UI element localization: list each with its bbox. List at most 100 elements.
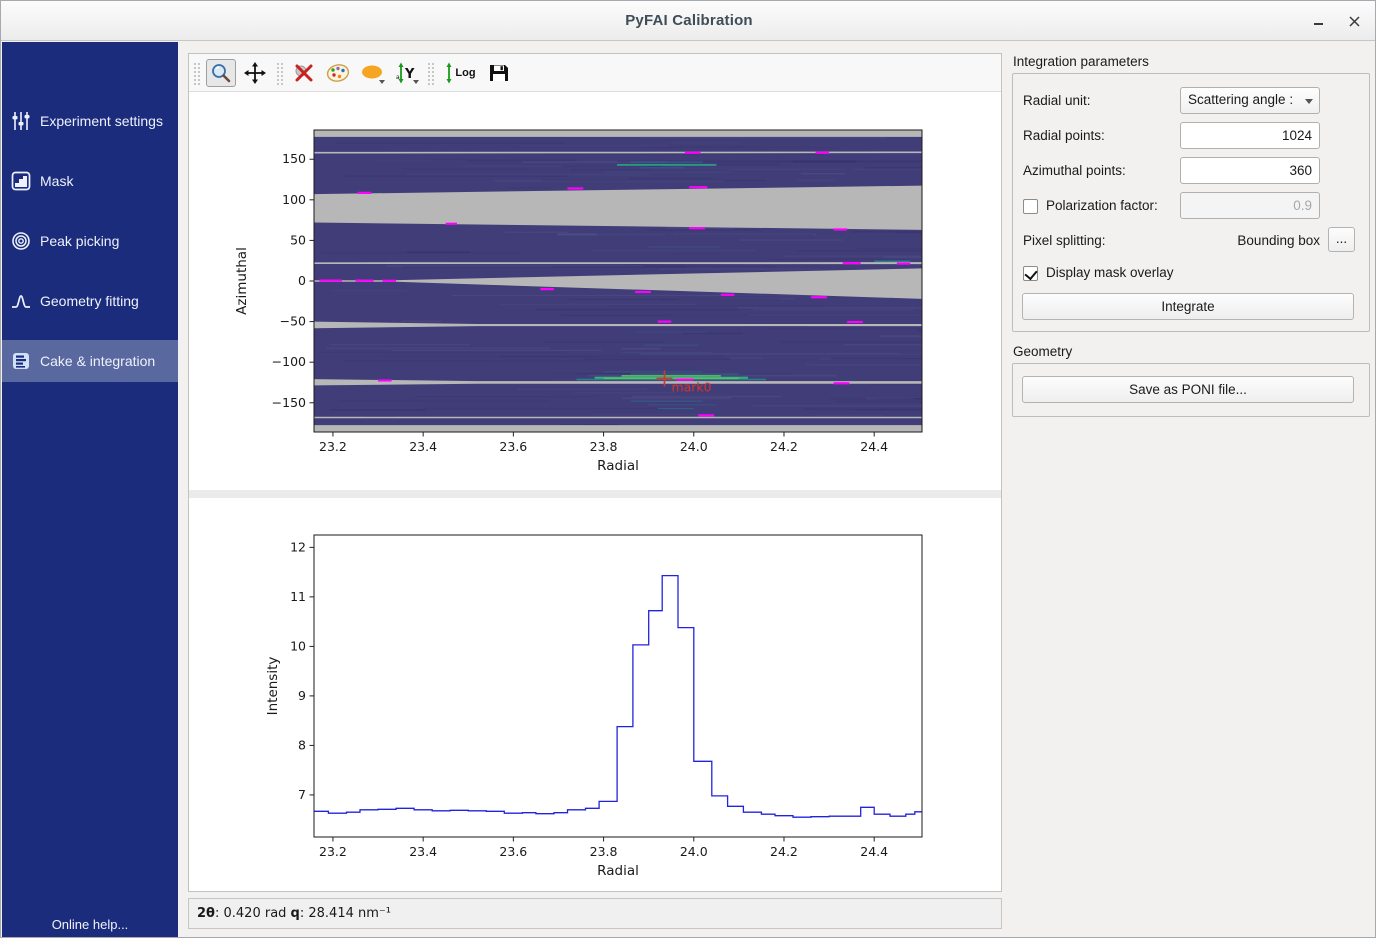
sidebar-item-label: Cake & integration bbox=[40, 353, 155, 369]
radial-unit-select[interactable]: Scattering angle : bbox=[1180, 87, 1320, 114]
sidebar-item-experiment-settings[interactable]: Experiment settings bbox=[2, 100, 178, 142]
intensity-streak bbox=[631, 400, 703, 401]
svg-text:24.4: 24.4 bbox=[860, 439, 888, 454]
svg-text:mark0: mark0 bbox=[671, 379, 711, 394]
svg-text:23.6: 23.6 bbox=[499, 844, 527, 859]
intensity-streak bbox=[378, 160, 468, 161]
title-bar: PyFAI Calibration bbox=[1, 1, 1376, 41]
radial-unit-label: Radial unit: bbox=[1023, 93, 1091, 108]
intensity-streak bbox=[604, 172, 730, 173]
masked-pixel-dash bbox=[689, 227, 705, 229]
plot-splitter-handle[interactable] bbox=[189, 490, 1001, 498]
sidebar: Experiment settings Mask Peak picking Ge… bbox=[2, 42, 178, 938]
mask-overlay-label: Display mask overlay bbox=[1046, 265, 1174, 280]
svg-text:11: 11 bbox=[290, 589, 306, 604]
polarization-label: Polarization factor: bbox=[1046, 198, 1158, 213]
sidebar-item-mask[interactable]: Mask bbox=[2, 160, 178, 202]
zoom-mode-button[interactable] bbox=[206, 59, 236, 87]
colormap-button[interactable] bbox=[323, 59, 353, 87]
svg-text:24.2: 24.2 bbox=[770, 439, 798, 454]
log-arrow-icon bbox=[444, 62, 454, 84]
online-help-link[interactable]: Online help... bbox=[2, 917, 178, 932]
intensity-streak bbox=[874, 261, 910, 262]
masked-pixel-dash bbox=[319, 279, 342, 281]
masked-pixel-dash bbox=[567, 187, 583, 189]
log-scale-button[interactable]: Log bbox=[440, 59, 480, 87]
magnifier-icon bbox=[210, 62, 232, 84]
minimize-button[interactable] bbox=[1301, 1, 1335, 41]
svg-text:23.4: 23.4 bbox=[409, 439, 437, 454]
integration-parameters-title: Integration parameters bbox=[1013, 54, 1149, 69]
sidebar-item-geometry-fitting[interactable]: Geometry fitting bbox=[2, 280, 178, 322]
integration-plot-figure[interactable]: 23.223.423.623.824.024.224.4789101112Rad… bbox=[189, 498, 1001, 891]
sidebar-item-cake-integration[interactable]: Cake & integration bbox=[2, 340, 178, 382]
masked-pixel-dash bbox=[635, 291, 651, 293]
masked-pixel-dash bbox=[847, 321, 863, 323]
masked-pixel-dash bbox=[816, 152, 830, 154]
integration-curve-plot: 23.223.423.623.824.024.224.4789101112Rad… bbox=[189, 498, 1001, 891]
svg-text:23.2: 23.2 bbox=[319, 844, 347, 859]
status-q-value: : 28.414 nm⁻¹ bbox=[300, 906, 391, 921]
masked-pixel-dash bbox=[834, 228, 848, 230]
mask-band bbox=[314, 417, 922, 418]
svg-text:7: 7 bbox=[298, 787, 306, 802]
svg-text:a: a bbox=[396, 74, 400, 81]
sidebar-item-peak-picking[interactable]: Peak picking bbox=[2, 220, 178, 262]
save-poni-button[interactable]: Save as PONI file... bbox=[1022, 376, 1354, 403]
pixel-splitting-more-button[interactable]: ... bbox=[1328, 227, 1355, 252]
svg-text:9: 9 bbox=[298, 688, 306, 703]
svg-text:150: 150 bbox=[282, 151, 306, 166]
mask-tool-button[interactable] bbox=[357, 59, 387, 87]
status-q-label: q bbox=[291, 906, 300, 921]
toolbar-grip bbox=[426, 61, 435, 85]
intensity-streak bbox=[604, 371, 703, 372]
svg-text:0: 0 bbox=[298, 273, 306, 288]
azimuthal-points-input[interactable] bbox=[1180, 157, 1320, 184]
status-bar: 2θ: 0.420 rad q: 28.414 nm⁻¹ bbox=[188, 898, 1002, 929]
red-cross-icon bbox=[293, 62, 315, 84]
masked-pixel-dash bbox=[689, 186, 707, 188]
sliders-icon bbox=[11, 111, 31, 131]
clear-marker-button[interactable] bbox=[289, 59, 319, 87]
sidebar-item-label: Geometry fitting bbox=[40, 293, 139, 309]
plot-panel: a Y Log 23.223.423.62 bbox=[188, 53, 1002, 892]
svg-text:8: 8 bbox=[298, 737, 306, 752]
svg-text:24.0: 24.0 bbox=[680, 439, 708, 454]
svg-text:Radial: Radial bbox=[597, 458, 639, 474]
floppy-disk-icon bbox=[488, 62, 510, 84]
intensity-streak bbox=[649, 246, 721, 247]
masked-pixel-dash bbox=[721, 294, 735, 296]
chevron-down-icon bbox=[1305, 99, 1313, 104]
integration-side-panel: Integration parameters Radial unit: Scat… bbox=[1006, 42, 1376, 938]
close-button[interactable] bbox=[1337, 1, 1371, 41]
svg-text:23.4: 23.4 bbox=[409, 844, 437, 859]
cake-plot-figure[interactable]: 23.223.423.623.824.024.224.4150100500−50… bbox=[189, 93, 1001, 490]
polarization-checkbox[interactable] bbox=[1023, 199, 1038, 214]
svg-text:Radial: Radial bbox=[597, 863, 639, 879]
masked-pixel-dash bbox=[843, 262, 861, 264]
azimuthal-points-label: Azimuthal points: bbox=[1023, 163, 1126, 178]
radial-points-input[interactable] bbox=[1180, 122, 1320, 149]
y-axis-orientation-button[interactable]: a Y bbox=[391, 59, 421, 87]
mask-overlay-checkbox[interactable] bbox=[1023, 266, 1038, 281]
gaussian-peak-icon bbox=[11, 291, 31, 311]
status-2theta-label: 2θ bbox=[197, 906, 215, 921]
svg-text:10: 10 bbox=[290, 638, 306, 653]
masked-pixel-dash bbox=[358, 192, 372, 194]
svg-text:Intensity: Intensity bbox=[265, 657, 281, 716]
intensity-streak bbox=[649, 404, 717, 405]
intensity-streak bbox=[622, 375, 721, 377]
polarization-input[interactable] bbox=[1180, 192, 1320, 219]
log-label: Log bbox=[455, 67, 475, 79]
integrate-button[interactable]: Integrate bbox=[1022, 293, 1354, 320]
masked-pixel-dash bbox=[355, 279, 373, 281]
intensity-streak bbox=[671, 142, 739, 143]
move-arrows-icon bbox=[244, 62, 266, 84]
masked-pixel-dash bbox=[378, 379, 392, 381]
pan-mode-button[interactable] bbox=[240, 59, 270, 87]
masked-pixel-dash bbox=[897, 262, 911, 264]
radial-points-label: Radial points: bbox=[1023, 128, 1105, 143]
save-snapshot-button[interactable] bbox=[484, 59, 514, 87]
intensity-streak bbox=[622, 352, 712, 353]
window-title: PyFAI Calibration bbox=[1, 1, 1376, 41]
